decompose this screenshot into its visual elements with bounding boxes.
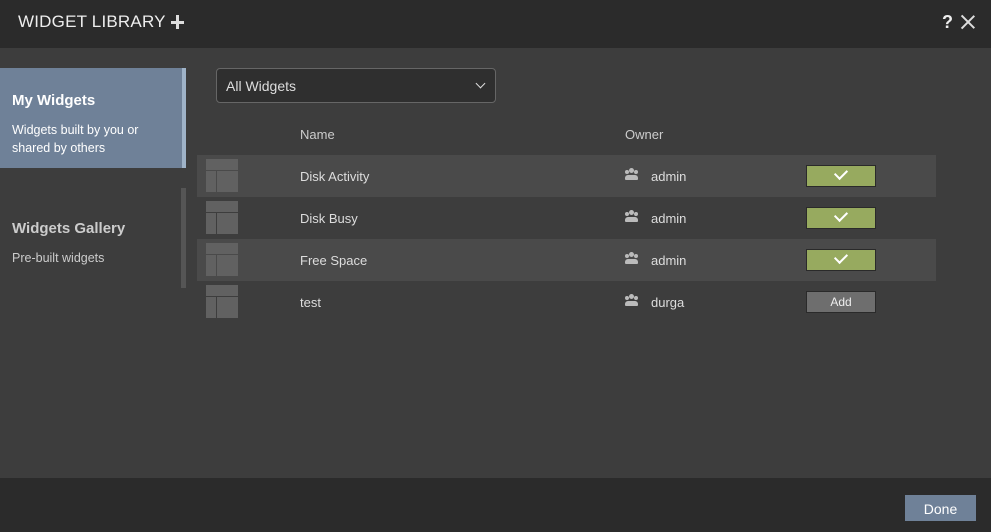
sidebar-item-my-widgets[interactable]: My Widgets Widgets built by you or share…	[0, 68, 186, 168]
widget-owner: admin	[651, 169, 687, 184]
group-icon	[625, 252, 639, 264]
dialog-title: WIDGET LIBRARY	[18, 12, 166, 31]
sidebar-item-title: My Widgets	[12, 92, 96, 109]
column-header-owner: Owner	[625, 127, 664, 142]
sidebar-item-widgets-gallery[interactable]: Widgets Gallery Pre-built widgets	[0, 188, 186, 288]
table-row: Disk Busy admin	[197, 197, 936, 239]
help-icon[interactable]: ?	[942, 12, 953, 33]
column-header-name: Name	[300, 127, 335, 142]
sidebar-item-description: Pre-built widgets	[12, 251, 105, 265]
added-toggle-button[interactable]	[806, 207, 876, 229]
group-icon	[625, 210, 639, 222]
widget-thumbnail-icon	[206, 243, 238, 276]
sidebar-item-title: Widgets Gallery	[12, 220, 126, 237]
dialog-footer: Done	[0, 478, 991, 532]
widget-filter-select[interactable]: All Widgets	[216, 68, 496, 103]
dialog-header: WIDGET LIBRARY ?	[0, 0, 991, 48]
widget-owner: durga	[651, 295, 685, 310]
widget-owner: admin	[651, 211, 687, 226]
group-icon	[625, 168, 639, 180]
group-icon	[625, 294, 639, 306]
check-icon	[833, 249, 849, 265]
widget-thumbnail-icon	[206, 285, 238, 318]
close-icon[interactable]	[960, 14, 976, 30]
plus-icon[interactable]	[170, 12, 185, 32]
add-button-label: Add	[830, 295, 852, 309]
widget-name: Free Space	[300, 253, 368, 268]
table-row: Disk Activity admin	[197, 155, 936, 197]
added-toggle-button[interactable]	[806, 165, 876, 187]
widget-thumbnail-icon	[206, 201, 238, 234]
sidebar-scrollbar[interactable]	[181, 188, 186, 288]
widget-name: Disk Busy	[300, 211, 358, 226]
added-toggle-button[interactable]	[806, 249, 876, 271]
widget-owner: admin	[651, 253, 687, 268]
sidebar-item-description: Widgets built by you or shared by others	[12, 123, 139, 155]
widget-thumbnail-icon	[206, 159, 238, 192]
widget-name: Disk Activity	[300, 169, 370, 184]
widget-library-dialog: WIDGET LIBRARY ? My Widgets Widgets buil…	[0, 0, 991, 532]
done-button-label: Done	[923, 501, 958, 517]
chevron-down-icon	[475, 78, 486, 89]
check-icon	[833, 207, 849, 223]
widget-name: test	[300, 295, 321, 310]
check-icon	[833, 165, 849, 181]
add-widget-button[interactable]: Add	[806, 291, 876, 313]
table-row: Free Space admin	[197, 239, 936, 281]
done-button[interactable]: Done	[905, 495, 976, 521]
table-row: test durga Add	[197, 281, 936, 323]
filter-selected-value: All Widgets	[226, 78, 297, 94]
